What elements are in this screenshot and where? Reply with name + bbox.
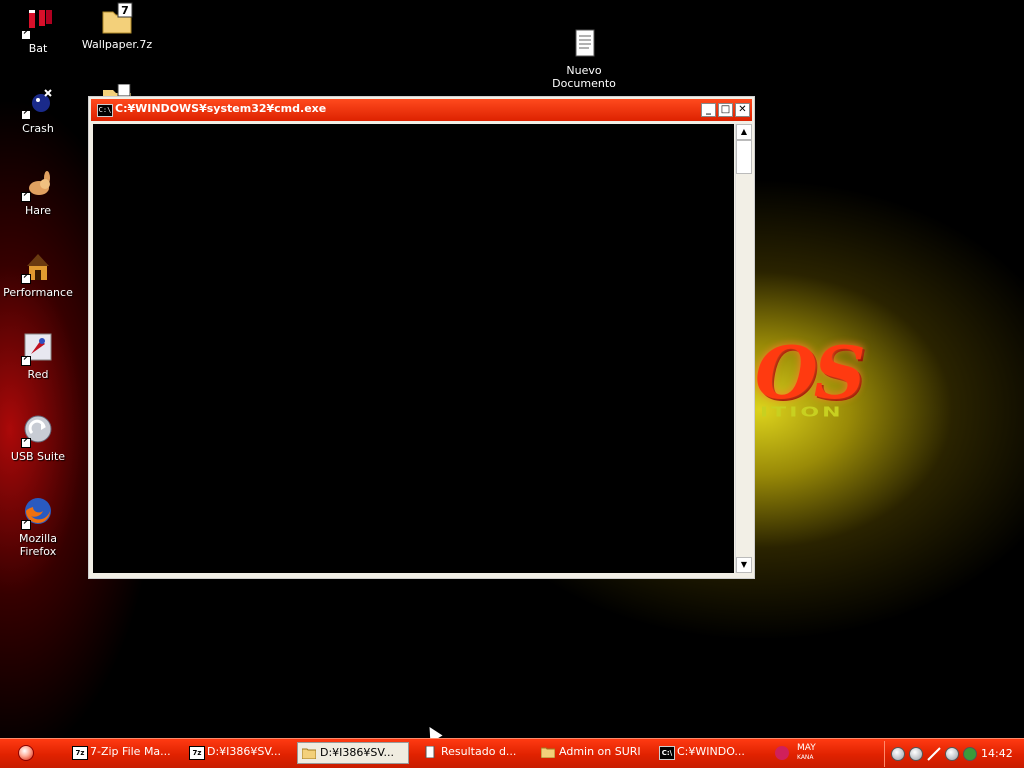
taskbar-item-i386-folder[interactable]: D:¥I386¥SV... <box>297 742 409 764</box>
usb-suite-icon <box>21 414 55 448</box>
window-title: C:¥WINDOWS¥system32¥cmd.exe <box>115 102 327 115</box>
clock[interactable]: 14:42 <box>981 747 1013 760</box>
tray-network-icon[interactable] <box>963 747 977 761</box>
icon-label: USB Suite <box>10 450 66 463</box>
start-button[interactable] <box>14 743 38 765</box>
task-label: 7-Zip File Ma... <box>90 745 171 758</box>
icon-label: Performance <box>3 286 73 299</box>
tray-icon-2[interactable] <box>909 747 923 761</box>
scroll-up-button[interactable]: ▲ <box>736 124 752 140</box>
console-output-area[interactable] <box>93 124 734 573</box>
desktop-icon-crash[interactable]: Crash <box>0 86 76 135</box>
icon-label: Hare <box>24 204 52 217</box>
task-label: Resultado d... <box>441 745 517 758</box>
maximize-button[interactable]: □ <box>718 103 733 117</box>
desktop-icon-firefox[interactable]: Mozilla Firefox <box>0 496 76 558</box>
task-label: D:¥I386¥SV... <box>320 746 394 759</box>
start-orb-icon <box>18 745 34 761</box>
window-titlebar[interactable]: C:\ C:¥WINDOWS¥system32¥cmd.exe _ □ ✕ <box>91 99 752 121</box>
icon-label: Red <box>27 368 49 381</box>
cmd-icon: C:\ <box>659 746 675 760</box>
performance-doghouse-icon <box>21 250 55 284</box>
folder-icon <box>301 747 317 760</box>
tray-icon-1[interactable] <box>891 747 905 761</box>
taskbar: 7z 7-Zip File Ma... 7z D:¥I386¥SV... D:¥… <box>0 738 1024 768</box>
cmd-window[interactable]: C:\ C:¥WINDOWS¥system32¥cmd.exe _ □ ✕ ▲ … <box>88 96 755 579</box>
tray-icon-4[interactable] <box>945 747 959 761</box>
desktop-icon-wallpaper-7z[interactable]: 7 Wallpaper.7z <box>79 2 155 51</box>
taskbar-item-admin-on-suri[interactable]: Admin on SURI <box>537 742 649 764</box>
icon-label: Crash <box>22 122 54 135</box>
folder-icon <box>540 746 556 759</box>
vertical-scrollbar[interactable]: ▲ ▼ <box>735 124 752 573</box>
task-label: C:¥WINDO... <box>677 745 745 758</box>
taskbar-item-cmd[interactable]: C:\ C:¥WINDO... <box>655 742 767 764</box>
bat-file-icon <box>21 6 55 40</box>
minimize-button[interactable]: _ <box>701 103 716 117</box>
firefox-icon <box>21 496 55 530</box>
taskbar-item-7zip[interactable]: 7z 7-Zip File Ma... <box>68 742 180 764</box>
7z-archive-icon: 7 <box>100 2 134 36</box>
7z-icon: 7z <box>189 746 205 760</box>
cmd-icon: C:\ <box>97 104 113 117</box>
wallpaper-subtext: ITION <box>760 405 844 420</box>
ime-sub: KANA <box>797 754 814 761</box>
crash-shortcut-icon <box>21 86 55 120</box>
desktop-icon-bat[interactable]: Bat <box>0 6 76 55</box>
icon-label: Wallpaper.7z <box>81 38 153 51</box>
tray-tool-icon[interactable] <box>927 747 941 761</box>
system-tray: 14:42 <box>884 741 1024 767</box>
desktop-icon-hare[interactable]: Hare <box>0 168 76 217</box>
icon-label: Mozilla Firefox <box>19 532 57 558</box>
desktop-icon-performance[interactable]: Performance <box>0 250 76 299</box>
ime-language-bar[interactable]: MAY KANA <box>775 742 845 766</box>
ime-mode: MAY <box>797 743 816 753</box>
desktop-icon-usb-suite[interactable]: USB Suite <box>0 414 76 463</box>
icon-label: Bat <box>28 42 48 55</box>
text-document-icon <box>567 15 601 57</box>
close-button[interactable]: ✕ <box>735 103 750 117</box>
ime-flower-icon <box>775 746 789 760</box>
hare-shortcut-icon <box>21 168 55 202</box>
task-label: Admin on SURI <box>559 745 641 758</box>
scroll-thumb[interactable] <box>736 140 752 174</box>
document-icon <box>423 745 437 759</box>
task-label: D:¥I386¥SV... <box>207 745 281 758</box>
7z-icon: 7z <box>72 746 88 760</box>
svg-text:7: 7 <box>121 4 129 17</box>
scroll-down-button[interactable]: ▼ <box>736 557 752 573</box>
wallpaper-logo: OS <box>755 330 866 415</box>
desktop-icon-red[interactable]: Red <box>0 332 76 381</box>
taskbar-item-i386-archive[interactable]: 7z D:¥I386¥SV... <box>185 742 295 764</box>
taskbar-item-resultado[interactable]: Resultado d... <box>419 742 529 764</box>
red-shortcut-icon <box>21 332 55 366</box>
